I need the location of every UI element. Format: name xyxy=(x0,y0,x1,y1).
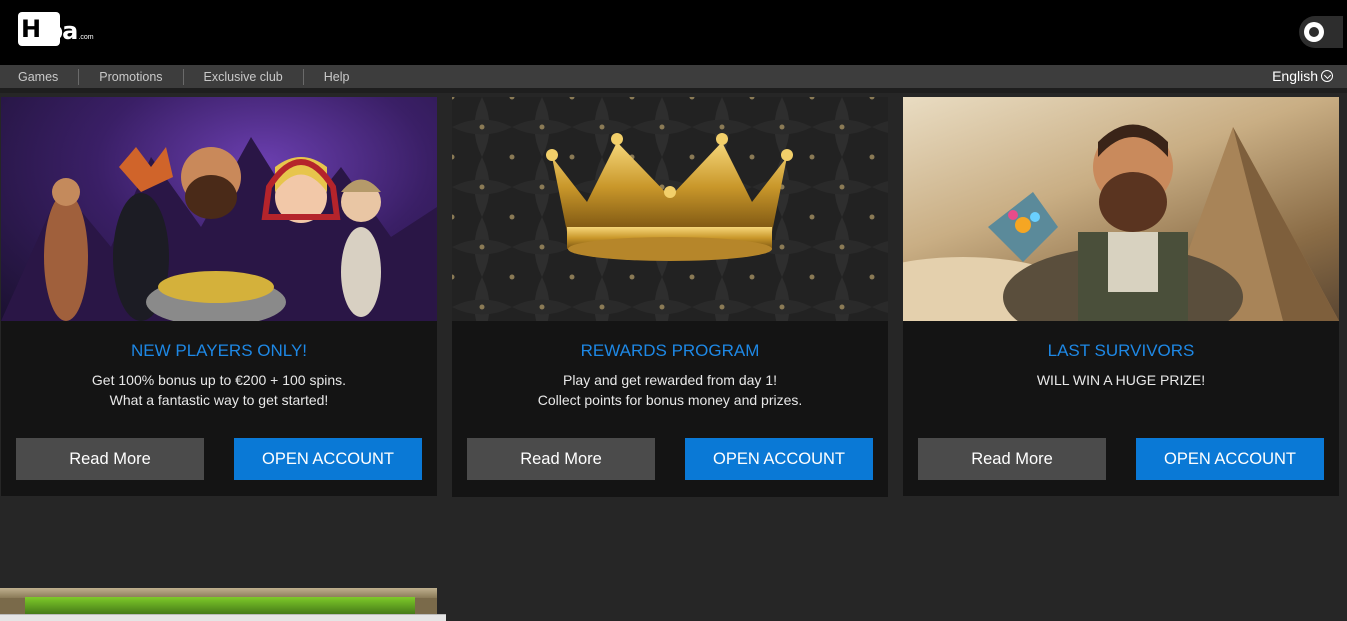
site-header: H pa .com xyxy=(0,0,1347,65)
nav-item-promotions[interactable]: Promotions xyxy=(79,68,184,85)
nav-item-games[interactable]: Games xyxy=(0,68,80,85)
promo-card-last-survivors: LAST SURVIVORS WILL WIN A HUGE PRIZE! Re… xyxy=(903,97,1339,496)
support-button[interactable] xyxy=(1299,16,1343,48)
main-nav: Games Promotions Exclusive club Help Eng… xyxy=(0,65,1347,93)
read-more-button[interactable]: Read More xyxy=(918,438,1106,480)
card-description-line: Get 100% bonus up to €200 + 100 spins. xyxy=(91,372,347,388)
chevron-down-circle-icon xyxy=(1321,70,1333,82)
browser-status-bar xyxy=(0,614,446,621)
card-description-line: Play and get rewarded from day 1! xyxy=(562,372,777,388)
promo-image-explorer xyxy=(903,97,1339,321)
nav-menu: Games Promotions Exclusive club Help xyxy=(0,65,369,88)
nav-item-exclusive-club[interactable]: Exclusive club xyxy=(184,68,304,85)
card-description-line: WILL WIN A HUGE PRIZE! xyxy=(1036,372,1206,388)
logo-mark: H xyxy=(18,12,60,46)
card-description: WILL WIN A HUGE PRIZE! xyxy=(903,371,1339,391)
hopa-logo[interactable]: H pa .com xyxy=(18,12,94,46)
language-label: English xyxy=(1272,68,1318,84)
card-title: LAST SURVIVORS xyxy=(1047,341,1195,360)
crown-illustration xyxy=(452,97,888,321)
card-title: NEW PLAYERS ONLY! xyxy=(130,341,308,360)
headset-icon xyxy=(1304,22,1324,42)
card-description: Get 100% bonus up to €200 + 100 spins. W… xyxy=(1,371,437,410)
read-more-button[interactable]: Read More xyxy=(16,438,204,480)
card-description-line: What a fantastic way to get started! xyxy=(109,391,329,408)
card-description: Play and get rewarded from day 1! Collec… xyxy=(452,371,888,410)
language-selector[interactable]: English xyxy=(1272,68,1333,84)
explorer-illustration xyxy=(903,124,1339,321)
nav-item-help[interactable]: Help xyxy=(304,69,370,85)
promo-image-crown xyxy=(452,97,888,321)
promo-image-characters xyxy=(1,97,437,321)
card-title: REWARDS PROGRAM xyxy=(580,341,760,360)
open-account-button[interactable]: OPEN ACCOUNT xyxy=(685,438,873,480)
open-account-button[interactable]: OPEN ACCOUNT xyxy=(234,438,422,480)
card-description-line: Collect points for bonus money and prize… xyxy=(537,391,803,408)
logo-suffix: .com xyxy=(78,34,94,41)
promo-card-rewards: REWARDS PROGRAM Play and get rewarded fr… xyxy=(452,97,888,497)
read-more-button[interactable]: Read More xyxy=(467,438,655,480)
logo-letter: H xyxy=(21,15,41,43)
promo-card-new-players: NEW PLAYERS ONLY! Get 100% bonus up to €… xyxy=(1,97,437,496)
characters-illustration xyxy=(1,137,437,321)
open-account-button[interactable]: OPEN ACCOUNT xyxy=(1136,438,1324,480)
